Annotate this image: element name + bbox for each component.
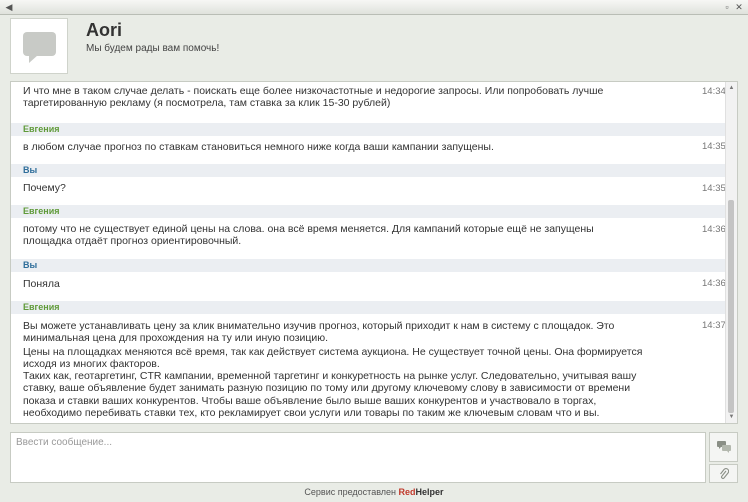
speaker-icon[interactable]: ◀ [4,2,14,12]
message-list: И что мне в таком случае делать - поиска… [11,82,726,423]
message-text: Вы можете устанавливать цену за клик вни… [23,320,615,345]
message-time: 14:35 [702,141,726,152]
footer: Сервис предоставлен RedHelper [0,487,748,497]
message-text: Почему? [23,182,66,194]
redhelper-link[interactable]: RedHelper [399,487,444,497]
message-text: И что мне в таком случае делать - поиска… [23,85,604,110]
message-composer [10,432,706,483]
message-author: Евгения [11,123,726,136]
message-text: Цены на площадках меняются всё время, та… [23,346,643,371]
message-author: Евгения [11,205,726,218]
agent-subtitle: Мы будем рады вам помочь! [86,43,220,54]
chat-scrollbar[interactable]: ▲ ▼ [725,82,737,423]
restore-icon[interactable]: ▫ [722,2,732,12]
message-time: 14:36 [702,278,726,289]
message-text: Поняла [23,278,60,290]
agent-name: Aori [86,20,122,40]
message-input[interactable] [11,433,705,482]
message-text: Таких как, геотаргетинг, CTR кампании, в… [23,370,637,420]
send-icon [716,441,731,453]
scroll-up-arrow-icon[interactable]: ▲ [726,83,737,93]
message-text: потому что не существует единой цены на … [23,223,594,248]
chat-bubble-icon [23,32,56,56]
avatar [10,18,68,74]
message-author: Вы [11,259,726,272]
footer-text: Сервис предоставлен [304,487,397,497]
send-button[interactable] [709,432,738,462]
attach-button[interactable] [709,464,738,483]
message-time: 14:35 [702,183,726,194]
chat-header: Aori Мы будем рады вам помочь! [8,16,740,76]
window-titlebar: ◀ ▫ ✕ [0,0,748,15]
message-text: в любом случае прогноз по ставкам станов… [23,141,494,153]
close-icon[interactable]: ✕ [734,2,744,12]
message-author: Вы [11,164,726,177]
message-time: 14:34 [702,86,726,97]
scrollbar-thumb[interactable] [728,200,734,413]
message-time: 14:37 [702,320,726,331]
paperclip-icon [719,467,729,479]
message-author: Евгения [11,301,726,314]
chat-log[interactable]: И что мне в таком случае делать - поиска… [10,81,738,424]
message-time: 14:36 [702,224,726,235]
scroll-down-arrow-icon[interactable]: ▼ [726,412,737,422]
